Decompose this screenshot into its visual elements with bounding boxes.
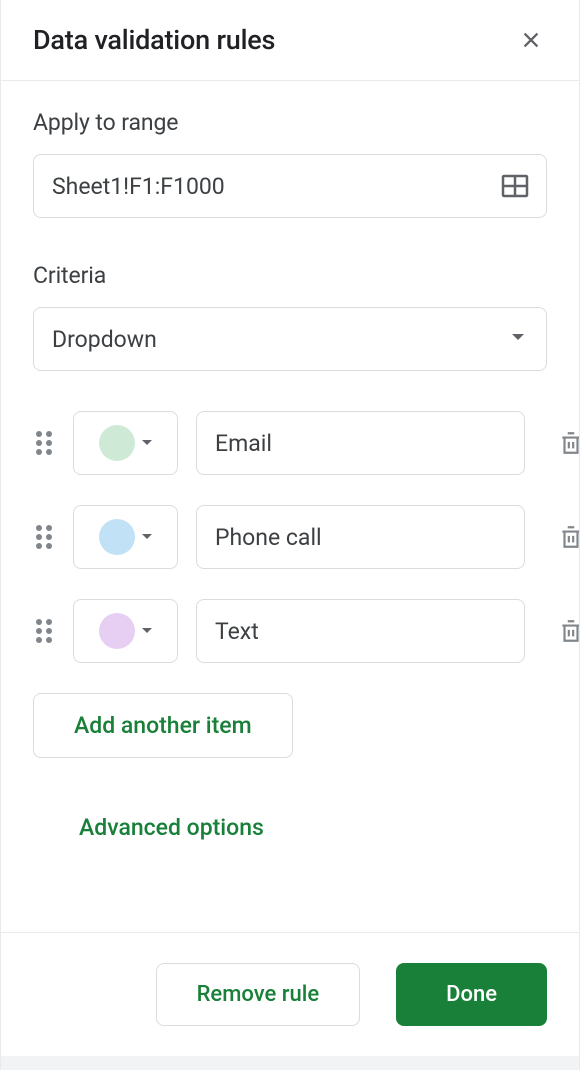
option-row (33, 599, 547, 663)
option-row (33, 505, 547, 569)
range-label: Apply to range (33, 109, 547, 136)
color-swatch (99, 519, 135, 555)
dialog-content: Apply to range Criteria Dropdown (1, 81, 579, 932)
dialog-header: Data validation rules (1, 0, 579, 81)
drag-handle[interactable] (33, 615, 55, 647)
range-input[interactable] (33, 154, 547, 218)
option-row (33, 411, 547, 475)
close-icon (520, 29, 542, 51)
chevron-down-icon (141, 439, 153, 447)
delete-option-button[interactable] (551, 611, 579, 651)
criteria-select-wrap: Dropdown (33, 307, 547, 411)
close-button[interactable] (511, 20, 551, 60)
add-item-button[interactable]: Add another item (33, 693, 293, 758)
data-validation-dialog: Data validation rules Apply to range Cri… (0, 0, 580, 1070)
drag-icon (33, 427, 55, 459)
chevron-down-icon (141, 627, 153, 635)
delete-option-button[interactable] (551, 423, 579, 463)
option-value-input[interactable] (196, 505, 525, 569)
chevron-down-icon (141, 533, 153, 541)
color-swatch (99, 425, 135, 461)
delete-option-button[interactable] (551, 517, 579, 557)
advanced-options-button[interactable]: Advanced options (79, 814, 264, 841)
trash-icon (558, 522, 579, 552)
option-value-input[interactable] (196, 411, 525, 475)
color-chip-button[interactable] (73, 411, 178, 475)
option-value-input[interactable] (196, 599, 525, 663)
color-swatch (99, 613, 135, 649)
drag-handle[interactable] (33, 427, 55, 459)
trash-icon (558, 428, 579, 458)
bottom-strip (1, 1056, 579, 1070)
color-chip-button[interactable] (73, 505, 178, 569)
remove-rule-button[interactable]: Remove rule (156, 963, 361, 1026)
select-range-button[interactable] (497, 168, 533, 204)
color-chip-button[interactable] (73, 599, 178, 663)
grid-icon (501, 174, 529, 198)
drag-icon (33, 615, 55, 647)
dialog-footer: Remove rule Done (1, 932, 579, 1056)
done-button[interactable]: Done (396, 963, 547, 1026)
range-input-wrap (33, 154, 547, 218)
criteria-select[interactable]: Dropdown (33, 307, 547, 371)
trash-icon (558, 616, 579, 646)
drag-icon (33, 521, 55, 553)
dialog-title: Data validation rules (33, 24, 275, 56)
drag-handle[interactable] (33, 521, 55, 553)
criteria-label: Criteria (33, 262, 547, 289)
